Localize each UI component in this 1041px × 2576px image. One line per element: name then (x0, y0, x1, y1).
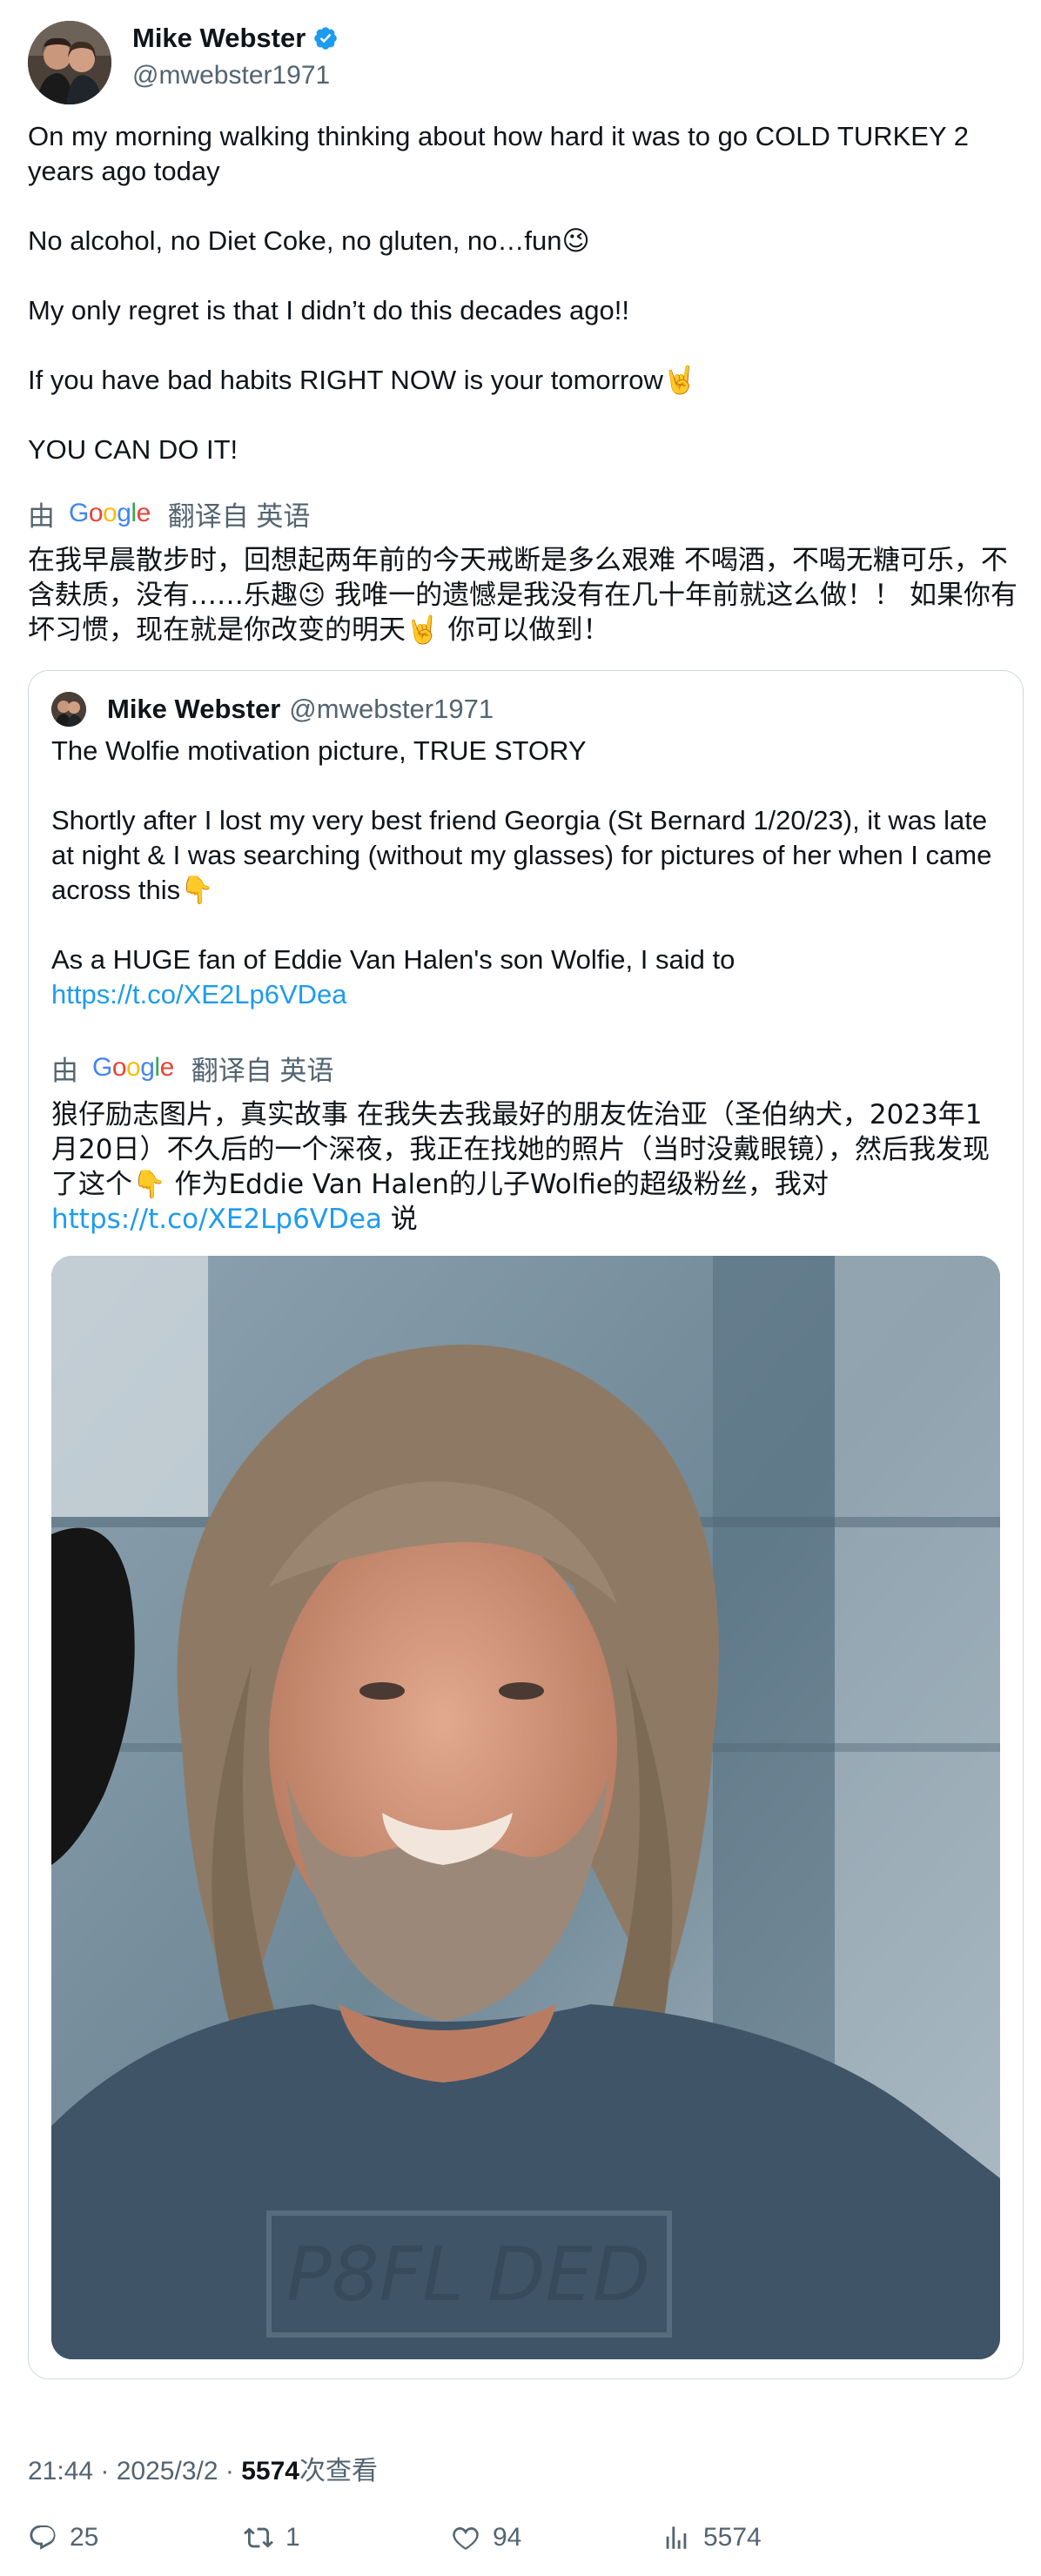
meta-separator: · (218, 2457, 242, 2485)
tweet-paragraph: On my morning walking thinking about how… (28, 121, 969, 186)
author-display-name[interactable]: Mike Webster (132, 23, 306, 54)
tweet-text: On my morning walking thinking about how… (28, 119, 1020, 467)
translation-attribution: 由 Google 翻译自 英语 (28, 494, 1020, 533)
like-count: 94 (493, 2523, 522, 2552)
quoted-author-display-name: Mike Webster (107, 694, 281, 724)
views-button[interactable]: 5574 (662, 2517, 762, 2559)
tweet-paragraph: YOU CAN DO IT! (28, 434, 238, 465)
like-button[interactable]: 94 (451, 2517, 521, 2559)
google-logo-icon: Google (69, 499, 151, 527)
tweet-translation: 由 Google 翻译自 英语 在我早晨散步时，回想起两年前的今天戒断是多么艰难… (28, 494, 1020, 647)
quoted-tweet[interactable]: Mike Webster @mwebster1971 The Wolfie mo… (28, 670, 1024, 2379)
quoted-paragraph: The Wolfie motivation picture, TRUE STOR… (51, 735, 587, 766)
author-avatar[interactable] (28, 21, 111, 104)
quoted-translation: 由 Google 翻译自 英语 狼仔励志图片，真实故事 在我失去我最好的朋友佐治… (51, 1049, 1004, 1237)
quoted-translated-text: 狼仔励志图片，真实故事 在我失去我最好的朋友佐治亚（圣伯纳犬，2023年1月20… (51, 1097, 1004, 1237)
translation-by-label: 由 (28, 500, 55, 532)
translated-text: 在我早晨散步时，回想起两年前的今天戒断是多么艰难 不喝酒，不喝无糖可乐，不含麸质… (28, 545, 1018, 646)
google-logo-icon: Google (92, 1053, 174, 1082)
quoted-translated-body: 狼仔励志图片，真实故事 在我失去我最好的朋友佐治亚（圣伯纳犬，2023年1月20… (51, 1099, 990, 1200)
views-count: 5574 (241, 2457, 299, 2485)
quoted-media-photo[interactable]: P8FL DED (51, 1256, 1000, 2359)
tweet-date[interactable]: 2025/3/2 (117, 2457, 218, 2485)
quoted-author-avatar (51, 692, 86, 727)
quoted-paragraph: Shortly after I lost my very best friend… (51, 805, 992, 905)
quoted-translated-suffix: 说 (381, 1204, 418, 1235)
tweet-header: Mike Webster @mwebster1971 (28, 21, 1011, 104)
quoted-translated-link[interactable]: https://t.co/XE2Lp6VDea (51, 1204, 382, 1235)
repost-button[interactable]: 1 (244, 2517, 300, 2559)
quoted-paragraph: As a HUGE fan of Eddie Van Halen's son W… (51, 943, 1000, 1012)
tweet-paragraph: My only regret is that I didn’t do this … (28, 295, 629, 325)
quoted-tweet-header: Mike Webster @mwebster1971 (51, 690, 494, 728)
tweet-time[interactable]: 21:44 (28, 2457, 93, 2485)
quoted-author-handle: @mwebster1971 (289, 694, 494, 724)
tweet-paragraph: No alcohol, no Diet Coke, no gluten, no…… (28, 225, 590, 256)
views-count-action: 5574 (703, 2523, 762, 2552)
shirt-print-text: P8FL DED (286, 2231, 650, 2318)
analytics-icon (666, 2526, 687, 2549)
repost-icon (244, 2527, 273, 2548)
views-label: 次查看 (299, 2457, 378, 2485)
translation-source-label: 翻译自 英语 (191, 1055, 334, 1086)
quoted-last-paragraph: As a HUGE fan of Eddie Van Halen's son W… (51, 944, 735, 975)
reply-count: 25 (70, 2523, 99, 2552)
author-handle[interactable]: @mwebster1971 (132, 61, 339, 91)
quoted-tweet-text: The Wolfie motivation picture, TRUE STOR… (51, 734, 1000, 1012)
tweet-actions: 25 1 94 5574 (28, 2517, 1011, 2559)
reply-button[interactable]: 25 (28, 2517, 98, 2559)
quoted-link[interactable]: https://t.co/XE2Lp6VDea (51, 979, 347, 1010)
reply-icon (30, 2525, 56, 2550)
verified-badge-icon[interactable] (312, 25, 339, 51)
meta-separator: · (93, 2457, 117, 2485)
tweet-paragraph: If you have bad habits RIGHT NOW is your… (28, 365, 697, 395)
translation-source-label: 翻译自 英语 (167, 500, 311, 532)
heart-icon (453, 2526, 479, 2550)
translation-attribution: 由 Google 翻译自 英语 (51, 1049, 1004, 1087)
repost-count: 1 (285, 2523, 300, 2552)
translation-by-label: 由 (51, 1055, 78, 1086)
tweet-meta: 21:44 · 2025/3/2 · 5574次查看 (28, 2449, 378, 2487)
